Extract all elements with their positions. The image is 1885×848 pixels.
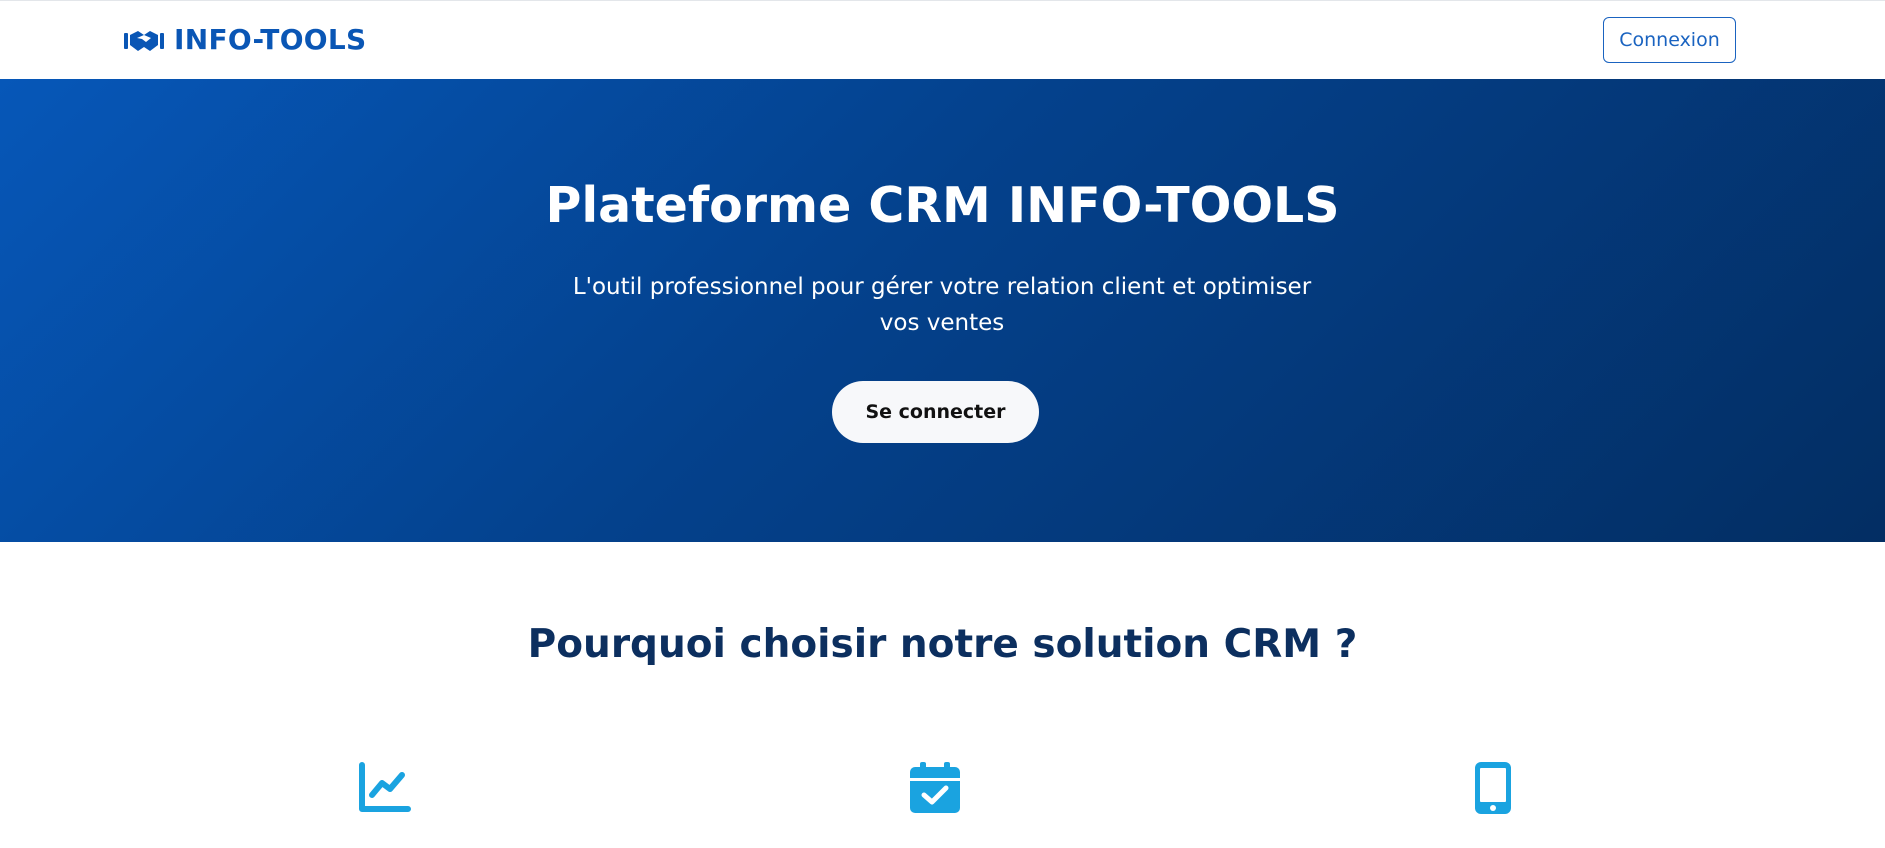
features-title: Pourquoi choisir notre solution CRM ? <box>527 622 1358 667</box>
navbar: INFO-TOOLS Connexion <box>0 0 1885 79</box>
hero-subtitle: L'outil professionnel pour gérer votre r… <box>572 274 1312 336</box>
mobile-icon <box>1475 762 1511 814</box>
calendar-check-icon <box>910 762 960 813</box>
login-button[interactable]: Connexion <box>1603 17 1736 63</box>
handshake-icon <box>124 30 164 51</box>
brand-text: INFO-TOOLS <box>174 23 367 56</box>
hero-section: Plateforme CRM INFO-TOOLS L'outil profes… <box>0 79 1885 542</box>
hero-title: Plateforme CRM INFO-TOOLS <box>545 177 1340 234</box>
login-cta-button[interactable]: Se connecter <box>832 381 1039 443</box>
brand-link[interactable]: INFO-TOOLS <box>124 23 367 56</box>
chart-line-icon <box>359 762 411 812</box>
